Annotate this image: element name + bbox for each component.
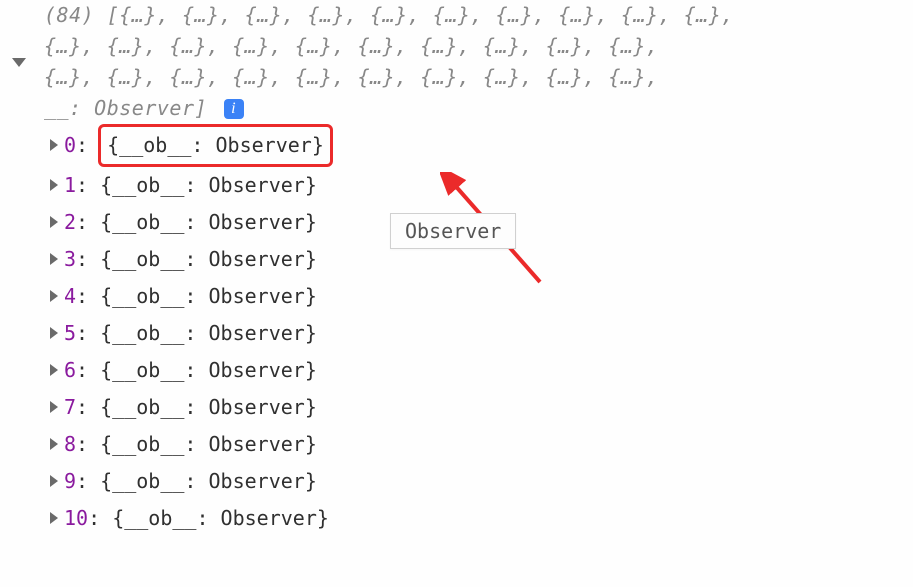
- item-index: 0: [64, 133, 76, 157]
- array-item[interactable]: 6: {__ob__: Observer}: [50, 352, 913, 389]
- item-value[interactable]: {__ob__: Observer}: [100, 247, 317, 271]
- colon: :: [76, 321, 100, 345]
- array-item[interactable]: 1: {__ob__: Observer}: [50, 167, 913, 204]
- item-index: 2: [64, 210, 76, 234]
- item-index: 3: [64, 247, 76, 271]
- item-value[interactable]: {__ob__: Observer}: [100, 321, 317, 345]
- item-value[interactable]: {__ob__: Observer}: [100, 432, 317, 456]
- summary-tail-value: Observer: [94, 96, 194, 120]
- colon: :: [76, 395, 100, 419]
- item-value[interactable]: {__ob__: Observer}: [100, 469, 317, 493]
- item-value[interactable]: {__ob__: Observer}: [112, 506, 329, 530]
- item-index: 7: [64, 395, 76, 419]
- array-item[interactable]: 4: {__ob__: Observer}: [50, 278, 913, 315]
- item-value[interactable]: {__ob__: Observer}: [100, 284, 317, 308]
- expand-arrow-icon[interactable]: [50, 475, 58, 487]
- array-length: (84): [44, 3, 94, 27]
- colon: :: [76, 284, 100, 308]
- item-value[interactable]: {__ob__: Observer}: [107, 133, 324, 157]
- highlight-box: {__ob__: Observer}: [98, 124, 333, 167]
- expand-arrow-icon[interactable]: [50, 179, 58, 191]
- array-summary[interactable]: (84) [{…}, {…}, {…}, {…}, {…}, {…}, {…},…: [18, 0, 913, 124]
- colon: :: [76, 469, 100, 493]
- info-icon[interactable]: i: [224, 99, 244, 119]
- item-index: 4: [64, 284, 76, 308]
- summary-tail-prefix: __:: [44, 96, 94, 120]
- array-item[interactable]: 8: {__ob__: Observer}: [50, 426, 913, 463]
- expand-arrow-icon[interactable]: [50, 438, 58, 450]
- item-index: 5: [64, 321, 76, 345]
- colon: :: [76, 173, 100, 197]
- summary-bracket-close: ]: [195, 96, 208, 120]
- expand-arrow-icon[interactable]: [50, 139, 58, 151]
- expand-arrow-icon[interactable]: [50, 253, 58, 265]
- item-index: 10: [64, 506, 88, 530]
- array-item[interactable]: 5: {__ob__: Observer}: [50, 315, 913, 352]
- item-index: 9: [64, 469, 76, 493]
- expand-toggle[interactable]: [12, 58, 26, 67]
- expand-arrow-icon[interactable]: [50, 290, 58, 302]
- colon: :: [76, 210, 100, 234]
- expand-arrow-icon[interactable]: [50, 327, 58, 339]
- array-item[interactable]: 0: {__ob__: Observer}: [50, 124, 913, 167]
- item-index: 1: [64, 173, 76, 197]
- item-index: 6: [64, 358, 76, 382]
- item-value[interactable]: {__ob__: Observer}: [100, 358, 317, 382]
- item-index: 8: [64, 432, 76, 456]
- colon: :: [76, 358, 100, 382]
- colon: :: [76, 432, 100, 456]
- colon: :: [88, 506, 112, 530]
- array-preview: [{…}, {…}, {…}, {…}, {…}, {…}, {…}, {…},…: [44, 3, 734, 89]
- expand-arrow-icon[interactable]: [50, 216, 58, 228]
- expand-arrow-icon[interactable]: [50, 512, 58, 524]
- array-item[interactable]: 10: {__ob__: Observer}: [50, 500, 913, 537]
- item-value[interactable]: {__ob__: Observer}: [100, 210, 317, 234]
- item-value[interactable]: {__ob__: Observer}: [100, 173, 317, 197]
- array-item[interactable]: 9: {__ob__: Observer}: [50, 463, 913, 500]
- colon: :: [76, 247, 100, 271]
- expand-arrow-icon[interactable]: [50, 401, 58, 413]
- array-item[interactable]: 7: {__ob__: Observer}: [50, 389, 913, 426]
- expand-arrow-icon[interactable]: [50, 364, 58, 376]
- item-value[interactable]: {__ob__: Observer}: [100, 395, 317, 419]
- hover-tooltip: Observer: [390, 213, 516, 249]
- colon: :: [76, 133, 100, 157]
